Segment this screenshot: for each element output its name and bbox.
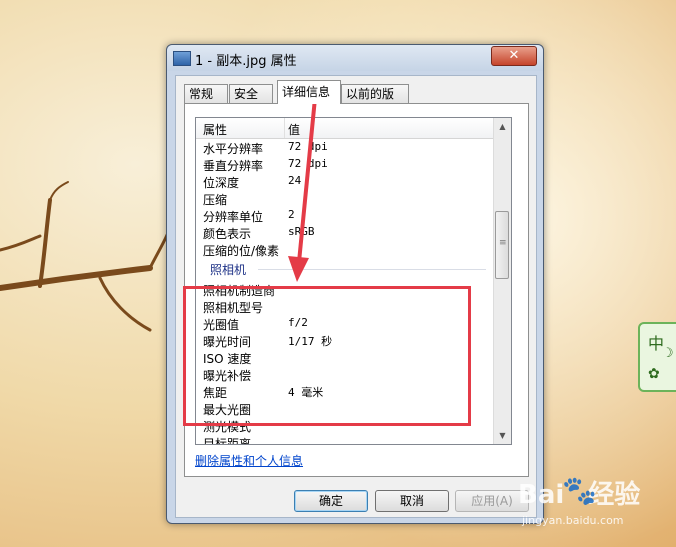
paw-icon: 🐾 bbox=[562, 474, 597, 507]
tab-details[interactable]: 详细信息 bbox=[277, 80, 341, 104]
watermark-url: jingyan.baidu.com bbox=[522, 514, 624, 527]
gear-icon[interactable]: ✿ bbox=[648, 366, 660, 382]
ime-status-bar[interactable]: 中 ☽ ✿ bbox=[638, 322, 676, 392]
watermark: Bai 经验 🐾 jingyan.baidu.com bbox=[518, 470, 676, 547]
moon-icon[interactable]: ☽ bbox=[662, 346, 674, 361]
